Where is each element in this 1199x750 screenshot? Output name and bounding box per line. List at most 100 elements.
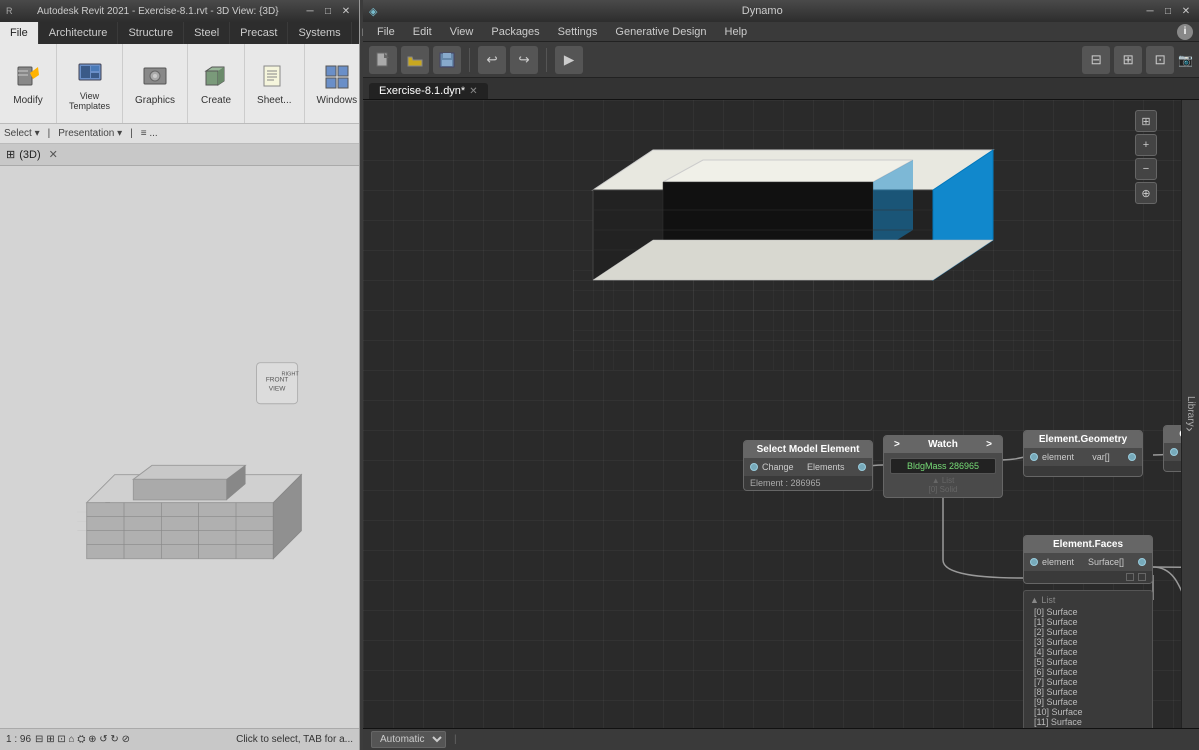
revit-close-btn[interactable]: ✕ xyxy=(339,4,353,18)
dynamo-close-btn[interactable]: ✕ xyxy=(1179,4,1193,18)
dynamo-menu-packages[interactable]: Packages xyxy=(483,22,547,42)
view-tool-fit[interactable]: ⊞ xyxy=(1135,110,1157,132)
dynamo-save-btn[interactable] xyxy=(433,46,461,74)
revit-tab-steel[interactable]: Steel xyxy=(184,22,230,44)
revit-tab-systems[interactable]: Systems xyxy=(288,22,351,44)
list-item-1: [1] Surface xyxy=(1030,617,1146,627)
dynamo-new-btn[interactable] xyxy=(369,46,397,74)
revit-graphics-btn[interactable]: Graphics xyxy=(131,59,179,108)
dynamo-tab-close[interactable]: ✕ xyxy=(469,86,477,97)
dynamo-redo-btn[interactable]: ↪ xyxy=(510,46,538,74)
dynamo-statusbar: Automatic | xyxy=(363,728,1199,750)
revit-select-bar[interactable]: Select ▾ xyxy=(4,128,40,139)
revit-graphics-group: Graphics xyxy=(123,44,188,123)
dynamo-info-icon[interactable]: i xyxy=(1177,24,1193,40)
view-label: ViewTemplates xyxy=(69,91,110,111)
select-port-in-label: Change xyxy=(762,462,794,472)
select-model-element-footer: Element : 286965 xyxy=(744,476,872,490)
select-port-out-label: Elements xyxy=(807,462,845,472)
dynamo-restore-btn[interactable]: □ xyxy=(1161,4,1175,18)
dynamo-layout-btn1[interactable]: ⊟ xyxy=(1082,46,1110,74)
revit-view-group: ViewTemplates xyxy=(57,44,123,123)
revit-ribbon-bottom: Select ▾ | Presentation ▾ | ≡ ... xyxy=(0,124,359,144)
revit-modify-btn[interactable]: Modify xyxy=(8,59,48,108)
dynamo-view-tools: ⊞ + − ⊕ xyxy=(1135,110,1157,204)
modify-label: Modify xyxy=(13,95,42,106)
revit-3d-view[interactable]: FRONT VIEW RIGHT xyxy=(0,166,359,728)
dynamo-tab-label: Exercise-8.1.dyn* xyxy=(379,85,465,97)
revit-presentation-label: Presentation ▾ xyxy=(58,128,122,139)
watch-display: BldgMass 286965 xyxy=(890,458,996,474)
select-port-in xyxy=(750,463,758,471)
revit-tab-architecture[interactable]: Architecture xyxy=(39,22,119,44)
revit-view-tab-close[interactable]: ✕ xyxy=(49,148,58,161)
dynamo-minimize-btn[interactable]: ─ xyxy=(1143,4,1157,18)
dynamo-zoom-select[interactable]: Automatic xyxy=(371,731,446,748)
dynamo-run-btn[interactable]: ▶ xyxy=(555,46,583,74)
svg-text:RIGHT: RIGHT xyxy=(281,372,299,378)
revit-windows-btn[interactable]: Windows xyxy=(313,59,362,108)
view-tool-zoom-in[interactable]: + xyxy=(1135,134,1157,156)
dynamo-library-label: Library xyxy=(1185,396,1196,427)
dynamo-tab-exercise[interactable]: Exercise-8.1.dyn* ✕ xyxy=(369,83,488,99)
dynamo-menu-view[interactable]: View xyxy=(442,22,482,42)
dynamo-tab-bar: Exercise-8.1.dyn* ✕ xyxy=(363,78,1199,100)
dynamo-menu-file[interactable]: File xyxy=(369,22,403,42)
element-faces-body: element Surface[] xyxy=(1024,553,1152,571)
dynamo-main: Select Model Element Change Elements Ele… xyxy=(363,100,1199,728)
dynamo-menu-edit[interactable]: Edit xyxy=(405,22,440,42)
sheet-label: Sheet... xyxy=(257,95,291,106)
dynamo-library-panel[interactable]: Library › xyxy=(1181,100,1199,728)
revit-minimize-btn[interactable]: ─ xyxy=(303,4,317,18)
dynamo-3d-preview xyxy=(513,110,1093,380)
list-item-12: [12] Surface xyxy=(1030,727,1146,728)
dynamo-menu-settings[interactable]: Settings xyxy=(550,22,606,42)
revit-toolbar-icons: ≡ ... xyxy=(141,128,158,139)
revit-sheet-btn[interactable]: Sheet... xyxy=(253,59,295,108)
geometry-explode-header: Geometry.Explode xyxy=(1164,426,1181,443)
eg-footer xyxy=(1024,466,1142,476)
eg-port-out xyxy=(1128,453,1136,461)
revit-window: R Autodesk Revit 2021 - Exercise-8.1.rvt… xyxy=(0,0,360,750)
list-item-9: [9] Surface xyxy=(1030,697,1146,707)
dynamo-statusbar-info: | xyxy=(454,734,457,745)
element-faces-list: ▲ List [0] Surface [1] Surface [2] Surfa… xyxy=(1023,590,1153,728)
graphics-icon xyxy=(139,61,171,93)
view-tool-zoom-out[interactable]: − xyxy=(1135,158,1157,180)
revit-view-btn[interactable]: ViewTemplates xyxy=(65,55,114,113)
element-faces-node[interactable]: Element.Faces element Surface[] xyxy=(1023,535,1153,584)
revit-restore-btn[interactable]: □ xyxy=(321,4,335,18)
ef-port-in-label: element xyxy=(1042,557,1074,567)
geometry-explode-body: geometry Geometry[] xyxy=(1164,443,1181,461)
revit-title: Autodesk Revit 2021 - Exercise-8.1.rvt -… xyxy=(13,6,304,17)
dynamo-layout-btn3[interactable]: ⊡ xyxy=(1146,46,1174,74)
dynamo-open-btn[interactable] xyxy=(401,46,429,74)
revit-tab-file[interactable]: File xyxy=(0,22,39,44)
revit-create-btn[interactable]: Create xyxy=(196,59,236,108)
revit-tab-precast[interactable]: Precast xyxy=(230,22,288,44)
svg-text:VIEW: VIEW xyxy=(268,386,286,393)
select-model-element-node[interactable]: Select Model Element Change Elements Ele… xyxy=(743,440,873,491)
revit-tab-structure[interactable]: Structure xyxy=(118,22,184,44)
watch-list-preview: ▲ List[0] Solid xyxy=(890,476,996,494)
list-item-10: [10] Surface xyxy=(1030,707,1146,717)
list-item-0: [0] Surface xyxy=(1030,607,1146,617)
dynamo-toolbar: ↩ ↪ ▶ ⊟ ⊞ ⊡ 📷 xyxy=(363,42,1199,78)
geometry-explode-node[interactable]: Geometry.Explode geometry Geometry[] xyxy=(1163,425,1181,472)
element-geometry-body: element var[] xyxy=(1024,448,1142,466)
element-geometry-node[interactable]: Element.Geometry element var[] xyxy=(1023,430,1143,477)
dynamo-undo-btn[interactable]: ↩ xyxy=(478,46,506,74)
view-tool-expand[interactable]: ⊕ xyxy=(1135,182,1157,204)
eg-port-in-label: element xyxy=(1042,452,1074,462)
watch-node[interactable]: > Watch > BldgMass 286965 ▲ List[0] Soli… xyxy=(883,435,1003,498)
dynamo-layout-btn2[interactable]: ⊞ xyxy=(1114,46,1142,74)
list-item-8: [8] Surface xyxy=(1030,687,1146,697)
revit-tabs: File Architecture Structure Steel Precas… xyxy=(0,22,359,44)
create-label: Create xyxy=(201,95,231,106)
element-geometry-header: Element.Geometry xyxy=(1024,431,1142,448)
dynamo-title-bar: ◈ Dynamo ─ □ ✕ xyxy=(363,0,1199,22)
dynamo-menu-help[interactable]: Help xyxy=(717,22,756,42)
revit-title-bar: R Autodesk Revit 2021 - Exercise-8.1.rvt… xyxy=(0,0,359,22)
dynamo-canvas[interactable]: Select Model Element Change Elements Ele… xyxy=(363,100,1181,728)
dynamo-menu-generative[interactable]: Generative Design xyxy=(607,22,714,42)
